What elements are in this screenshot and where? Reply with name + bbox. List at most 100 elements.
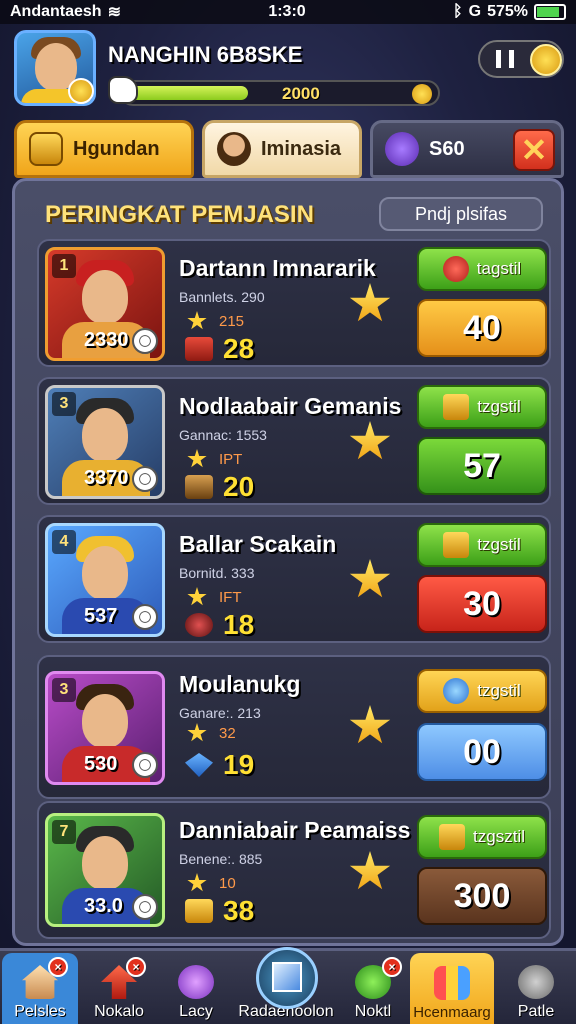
xp-value: 2000 xyxy=(282,84,320,103)
power-value: 2330 xyxy=(84,329,129,351)
stat-big: 28 xyxy=(185,333,254,365)
xp-bar-fill xyxy=(128,86,249,100)
filter-button[interactable]: Pndj plsifas xyxy=(379,197,543,231)
leaderboard-row[interactable]: 1 2330 Dartann Imnararik Bannlets. 290 2… xyxy=(37,239,551,367)
hand-pointer-icon xyxy=(108,76,138,104)
tag-button[interactable]: tzgstil xyxy=(417,523,547,567)
score-button[interactable]: 00 xyxy=(417,723,547,781)
score-button[interactable]: 300 xyxy=(417,867,547,925)
stat-small: IFT xyxy=(187,587,242,607)
stat-big-value: 20 xyxy=(223,471,255,502)
star-icon xyxy=(187,449,207,468)
stat-small: 10 xyxy=(187,873,236,893)
leaderboard-row[interactable]: 3 3370 Nodlaabair Gemanis Gannac: 1553 I… xyxy=(37,377,551,505)
leaderboard-panel: PERINGKAT PEMJASIN Pndj plsifas 1 2330 D… xyxy=(12,178,564,946)
power-value: 537 xyxy=(84,605,118,627)
close-button[interactable]: ✕ xyxy=(513,129,555,171)
cube-icon xyxy=(272,962,302,992)
carrier-name: Andantaesh xyxy=(10,3,102,20)
tab-label: S60 xyxy=(429,137,465,160)
pause-icon[interactable] xyxy=(496,50,514,68)
tag-label: tzgstil xyxy=(477,397,521,416)
ball-icon xyxy=(132,328,158,354)
tag-button[interactable]: tzgsztil xyxy=(417,815,547,859)
tag-label: tzgstil xyxy=(477,535,521,554)
status-bar: Andantaesh ≋ 1:3:0 ᛒ G 575% xyxy=(0,0,576,24)
bottom-nav: Pelsles × Nokalo × Lacy Radaenoolon Nokt… xyxy=(0,947,576,1024)
nav-item-patle[interactable]: Patle xyxy=(498,953,574,1024)
character-icon xyxy=(185,613,213,637)
player-portrait: 7 33.0 xyxy=(45,813,165,927)
player-row-name: Dartann Imnararik xyxy=(179,255,376,281)
leaderboard-row[interactable]: 4 537 Ballar Scakain Bornitd. 333 IFT 18… xyxy=(37,515,551,643)
star-icon xyxy=(187,873,207,892)
notification-badge: × xyxy=(382,957,402,977)
tab-bar: Hgundan Iminasia S60 ✕ xyxy=(14,120,564,180)
clock: 1:3:0 xyxy=(268,3,306,20)
stat-big: 38 xyxy=(185,895,254,927)
player-portrait: 1 2330 xyxy=(45,247,165,361)
tab-hgundan[interactable]: Hgundan xyxy=(14,120,194,178)
score-button[interactable]: 30 xyxy=(417,575,547,633)
tag-label: tzgstil xyxy=(477,681,521,700)
stat-small-value: IPT xyxy=(219,450,243,468)
nav-item-lacy[interactable]: Lacy xyxy=(160,953,232,1024)
record-icon xyxy=(442,256,469,282)
nav-label: Nokalo xyxy=(94,1003,144,1020)
score-button[interactable]: 40 xyxy=(417,299,547,357)
tag-button[interactable]: tzgstil xyxy=(417,385,547,429)
tag-button[interactable]: tagstil xyxy=(417,247,547,291)
star-icon xyxy=(187,723,207,742)
stat-small: 32 xyxy=(187,723,236,743)
nav-item-pelsles[interactable]: Pelsles × xyxy=(2,953,78,1024)
flower-icon xyxy=(178,965,214,999)
chest-icon xyxy=(443,394,470,420)
treasure-icon xyxy=(185,899,213,923)
player-row-sub: Ganare:. 213 xyxy=(179,705,261,721)
notification-badge: × xyxy=(48,957,68,977)
top-menu xyxy=(478,40,564,78)
nav-item-hcenmaarg[interactable]: Hcenmaarg xyxy=(410,953,494,1024)
stat-big-value: 28 xyxy=(223,333,255,364)
level-coin-icon xyxy=(68,78,94,104)
stat-big: 20 xyxy=(185,471,254,503)
star-icon xyxy=(349,705,391,744)
panel-title: PERINGKAT PEMJASIN xyxy=(45,201,314,228)
player-header: NANGHIN 6B8SKE 2000 xyxy=(0,26,576,116)
chest-icon xyxy=(29,132,63,166)
player-row-name: Danniabair Peamaiss xyxy=(179,817,411,843)
score-button[interactable]: 57 xyxy=(417,437,547,495)
stat-small: 215 xyxy=(187,311,244,331)
nav-item-nokalo[interactable]: Nokalo × xyxy=(82,953,156,1024)
rank-badge: 3 xyxy=(52,678,76,702)
tab-s60[interactable]: S60 ✕ xyxy=(370,120,564,178)
star-icon xyxy=(349,283,391,322)
tab-label: Hgundan xyxy=(73,137,160,160)
player-row-name: Moulanukg xyxy=(179,671,301,697)
castle-icon xyxy=(185,337,213,361)
stat-big-value: 19 xyxy=(223,749,255,780)
nav-center-button[interactable] xyxy=(256,947,318,1009)
star-icon xyxy=(349,559,391,598)
star-icon xyxy=(349,421,391,460)
nav-item-noktl[interactable]: Noktl × xyxy=(340,953,406,1024)
gold-shop-icon[interactable] xyxy=(530,44,562,76)
network-type: G xyxy=(468,3,482,20)
player-row-sub: Bannlets. 290 xyxy=(179,289,265,305)
potion-icon xyxy=(385,132,419,166)
tag-button[interactable]: tzgstil xyxy=(417,669,547,713)
tab-iminasia[interactable]: Iminasia xyxy=(202,120,362,178)
player-row-sub: Benene:. 885 xyxy=(179,851,263,867)
ball-icon xyxy=(132,466,158,492)
rank-badge: 4 xyxy=(52,530,76,554)
leaderboard-row[interactable]: 7 33.0 Danniabair Peamaiss Benene:. 885 … xyxy=(37,801,551,939)
power-value: 530 xyxy=(84,753,118,775)
gem-icon xyxy=(185,753,213,777)
player-row-name: Nodlaabair Gemanis xyxy=(179,393,402,419)
leaderboard-row[interactable]: 3 530 Moulanukg Ganare:. 213 32 19 tzgst… xyxy=(37,655,551,799)
nav-label: Patle xyxy=(517,1003,555,1020)
chest-icon xyxy=(443,532,470,558)
ball-icon xyxy=(132,894,158,920)
rank-badge: 7 xyxy=(52,820,76,844)
stat-big: 19 xyxy=(185,749,254,781)
